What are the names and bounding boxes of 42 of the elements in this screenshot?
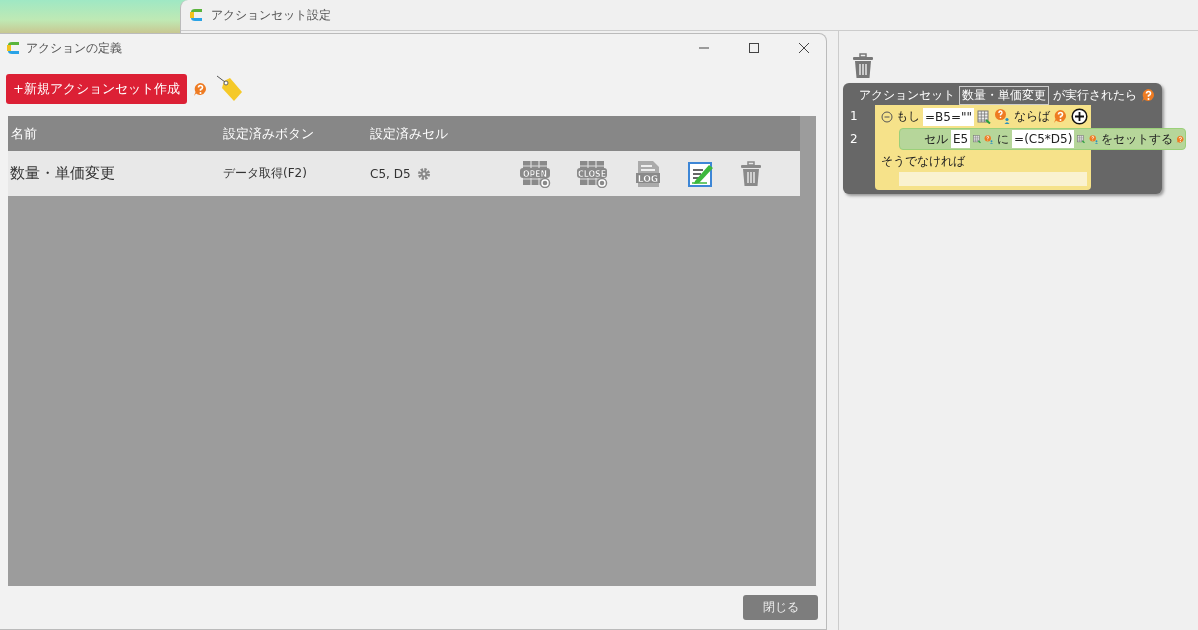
set-label: に — [997, 130, 1010, 148]
table-cell-text: データ取得(F2) — [223, 165, 308, 182]
sheet-icon[interactable] — [977, 109, 991, 124]
table-row[interactable]: 数量・単価変更 データ取得(F2) C5, D5 OPEN CLOSE LOG — [8, 151, 800, 196]
line-number: 1 — [850, 108, 859, 125]
cell-field[interactable]: E5 — [951, 130, 971, 148]
help-person-icon[interactable] — [994, 108, 1011, 125]
column-header: 名前 — [10, 124, 38, 143]
close-dialog-button[interactable]: 閉じる — [743, 595, 818, 620]
close-icon[interactable] — [798, 42, 810, 54]
window-title: アクションセット設定 — [211, 6, 331, 24]
then-keyword: ならば — [1014, 108, 1050, 125]
if-keyword: もし — [896, 108, 920, 125]
column-header: 設定済みボタン — [223, 124, 315, 143]
maximize-icon[interactable] — [748, 42, 760, 54]
trash-icon[interactable] — [740, 160, 762, 187]
help-icon[interactable] — [1141, 87, 1156, 103]
new-action-set-button[interactable]: +新規アクションセット作成 — [6, 74, 187, 104]
gear-icon[interactable] — [416, 166, 431, 181]
set-label: をセットする — [1101, 130, 1174, 148]
value-field[interactable]: =(C5*D5) — [1012, 130, 1075, 148]
action-set-name: 数量・単価変更 — [959, 85, 1049, 105]
help-icon[interactable] — [192, 81, 208, 97]
condition-field[interactable]: =B5="" — [923, 107, 974, 126]
edit-icon[interactable] — [687, 159, 715, 188]
sheet-icon[interactable] — [1077, 132, 1086, 146]
set-label: セル — [924, 130, 948, 148]
app-logo-icon — [189, 8, 203, 22]
block-label: が実行されたら — [1053, 86, 1137, 104]
sheet-icon[interactable] — [973, 132, 982, 146]
trash-icon[interactable] — [852, 53, 874, 79]
block-label: アクションセット — [859, 86, 955, 104]
add-icon[interactable] — [1071, 108, 1088, 125]
table-cell-text: 数量・単価変更 — [9, 164, 116, 183]
table-cell: C5, D5 — [370, 166, 411, 181]
window-title: アクションの定義 — [26, 39, 123, 57]
app-logo-icon — [6, 41, 20, 55]
line-number: 2 — [850, 131, 859, 148]
column-header: 設定済みセル — [370, 124, 449, 143]
help-icon[interactable] — [1053, 109, 1068, 124]
collapse-icon[interactable] — [881, 110, 893, 123]
else-keyword: そうでなければ — [881, 153, 965, 170]
